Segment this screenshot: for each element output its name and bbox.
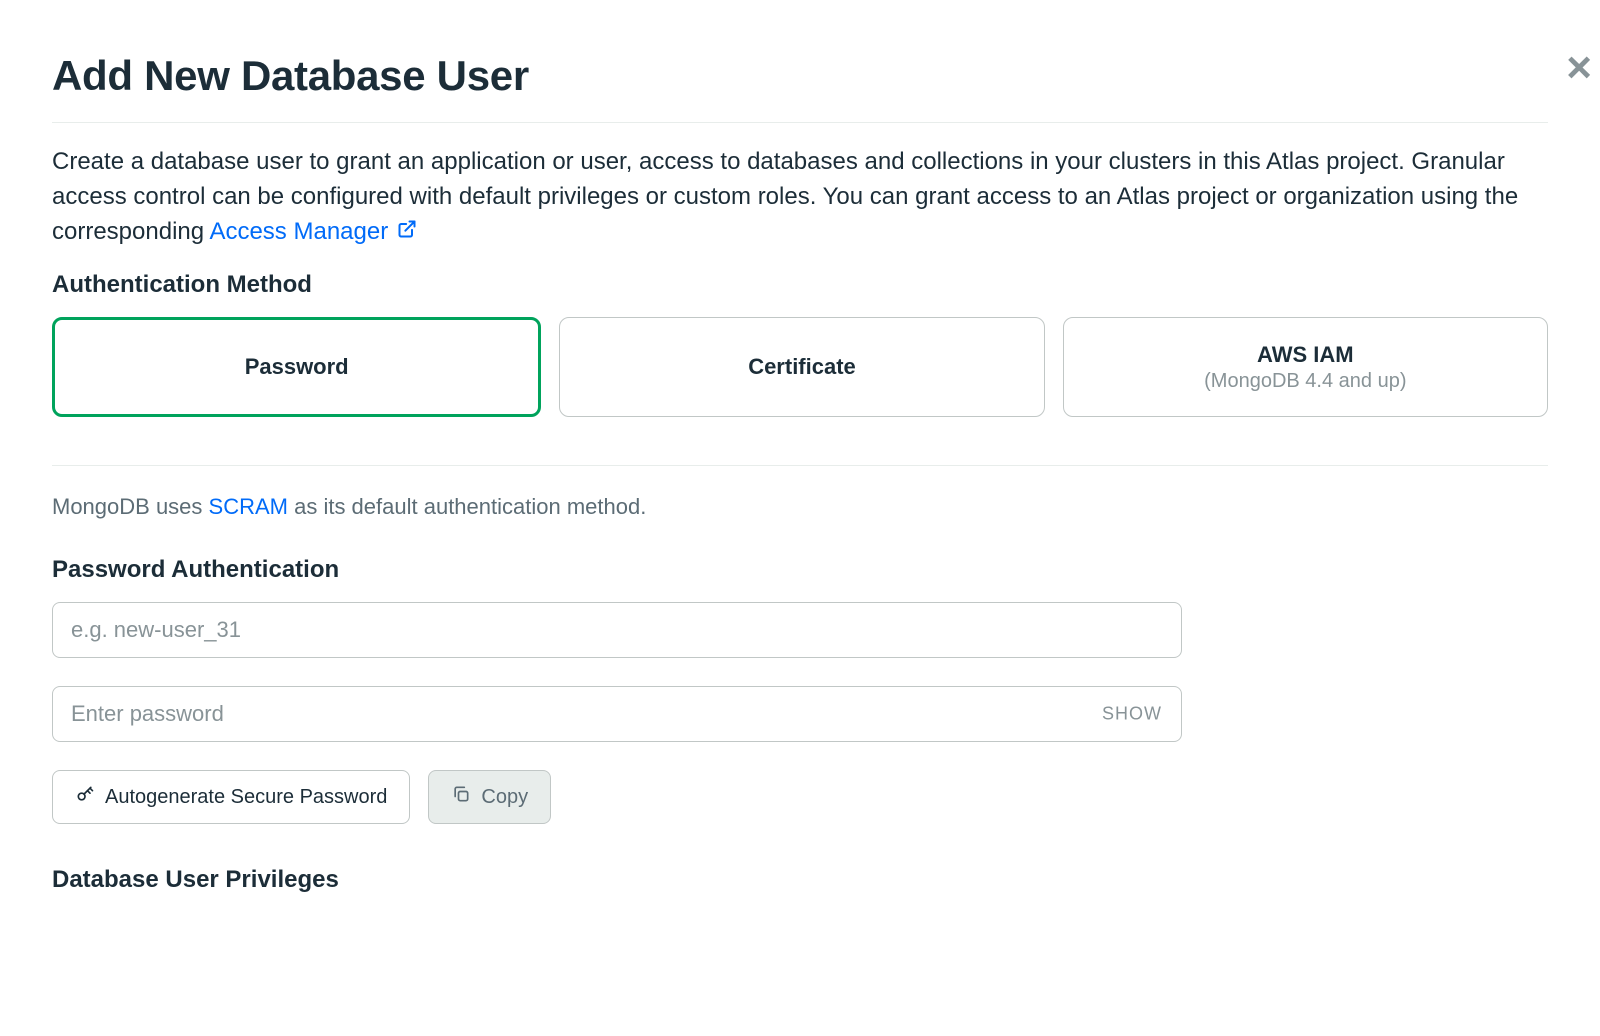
db-privileges-heading: Database User Privileges [52,866,1548,894]
auth-method-aws-iam[interactable]: AWS IAM (MongoDB 4.4 and up) [1063,317,1548,417]
scram-link[interactable]: SCRAM [209,494,288,519]
scram-post: as its default authentication method. [288,494,646,519]
username-input[interactable] [52,602,1182,658]
add-db-user-modal: × Add New Database User Create a databas… [0,52,1600,1036]
copy-icon [451,784,471,810]
username-field-wrap [52,602,1182,658]
scram-info: MongoDB uses SCRAM as its default authen… [52,494,1548,520]
modal-description: Create a database user to grant an appli… [52,145,1548,249]
external-link-icon [397,215,417,250]
auth-method-group: Password Certificate AWS IAM (MongoDB 4.… [52,317,1548,417]
access-manager-link[interactable]: Access Manager [209,218,416,245]
auth-method-certificate[interactable]: Certificate [559,317,1044,417]
password-auth-heading: Password Authentication [52,556,1548,584]
copy-button[interactable]: Copy [428,770,551,824]
scram-pre: MongoDB uses [52,494,209,519]
modal-title: Add New Database User [52,52,1548,100]
access-manager-link-text: Access Manager [209,218,388,245]
password-input[interactable] [52,686,1182,742]
auth-method-heading: Authentication Method [52,271,1548,299]
divider [52,465,1548,466]
autogen-label: Autogenerate Secure Password [105,786,387,809]
password-field-wrap: SHOW [52,686,1182,742]
autogen-password-button[interactable]: Autogenerate Secure Password [52,770,410,824]
auth-method-label: Password [245,354,349,380]
close-button[interactable]: × [1566,46,1592,90]
auth-method-label: Certificate [748,354,856,380]
copy-label: Copy [481,786,528,809]
show-password-button[interactable]: SHOW [1102,704,1162,725]
divider [52,122,1548,123]
auth-method-password[interactable]: Password [52,317,541,417]
auth-method-label: AWS IAM [1257,342,1354,368]
password-buttons-row: Autogenerate Secure Password Copy [52,770,1548,824]
auth-method-sublabel: (MongoDB 4.4 and up) [1204,370,1406,393]
key-icon [75,784,95,810]
